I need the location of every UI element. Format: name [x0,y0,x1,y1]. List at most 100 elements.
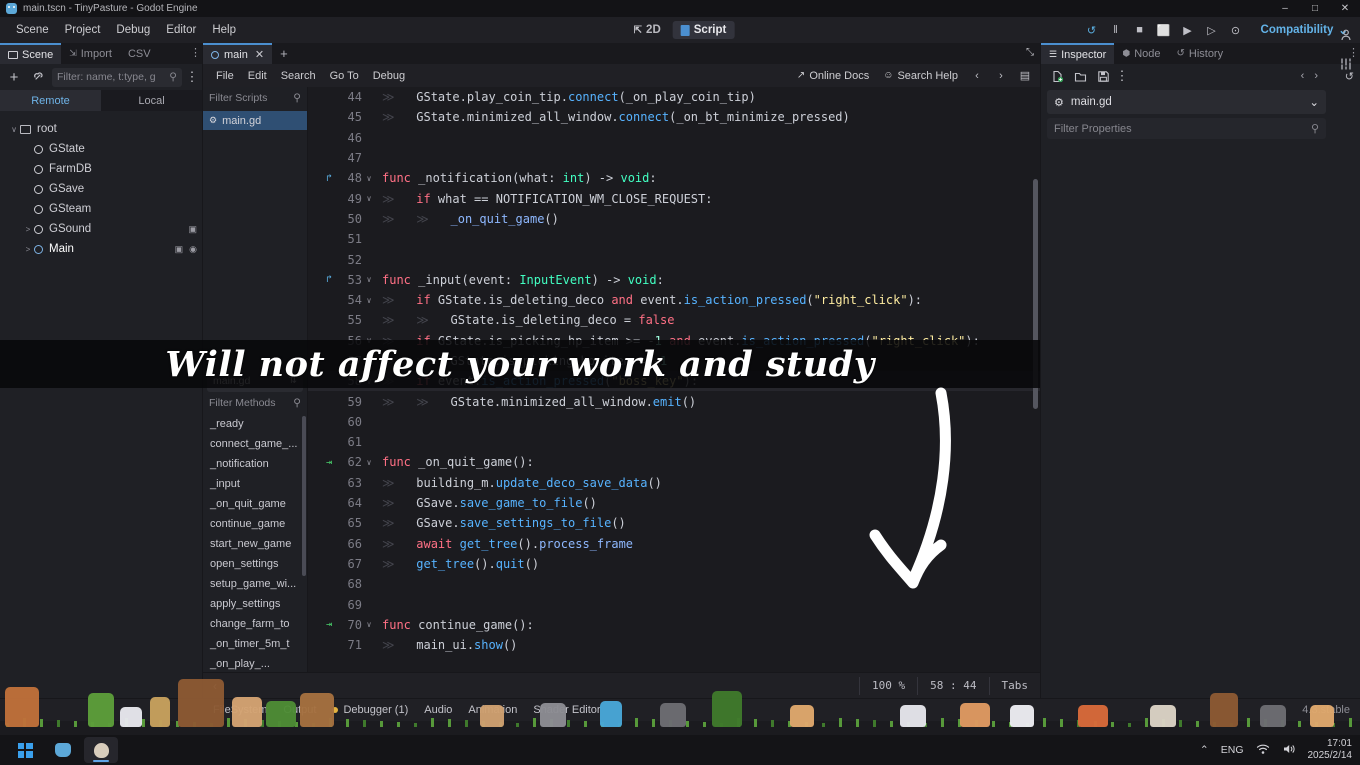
fold-arrow-icon[interactable]: ∨ [362,620,376,629]
menu-help[interactable]: Help [204,21,244,39]
bottom-panel-audio[interactable]: Audio [417,701,459,719]
bottom-panel-animation[interactable]: Animation [461,701,524,719]
start-button[interactable] [8,737,42,763]
scene-tree-item-root[interactable]: ∨root [0,119,202,139]
code-line[interactable]: 69 [308,594,1040,614]
menu-debug[interactable]: Debug [108,21,158,39]
script-menu-edit[interactable]: Edit [241,67,274,85]
dock-tab-inspector[interactable]: ☰ Inspector [1041,43,1114,64]
code-line[interactable]: 63≫ building_m.update_deco_save_data() [308,473,1040,493]
script-tab-main[interactable]: main ✕ [203,43,272,64]
play-scene-icon[interactable]: ▶ [1177,20,1199,40]
script-menu-debug[interactable]: Debug [366,67,412,85]
fold-arrow-icon[interactable]: ∨ [362,296,376,305]
resource-menu-icon[interactable]: ⋮ [1116,66,1128,86]
method-list-item[interactable]: apply_settings [203,594,307,614]
scene-tree-item-farmdb[interactable]: FarmDB [0,159,202,179]
toggle-scripts-panel-icon[interactable]: ▤ [1014,66,1036,86]
bottom-panel-debugger-1[interactable]: Debugger (1) [325,701,415,719]
view-tab-2d[interactable]: ⇱ 2D [626,21,669,39]
code-line[interactable]: ⇥70∨func continue_game(): [308,615,1040,635]
dock-tab-import[interactable]: ⇲ Import [61,43,120,64]
caret-position[interactable]: 58 : 44 [917,677,988,695]
method-list-item[interactable]: continue_game [203,514,307,534]
inspector-filter-input[interactable]: Filter Properties ⚲ [1047,118,1326,139]
fold-arrow-icon[interactable]: ∨ [362,275,376,284]
script-badge-icon[interactable]: ▣ [188,224,197,235]
code-line[interactable]: 46 [308,128,1040,148]
collapse-panel-icon[interactable]: ‹ [203,679,217,693]
movie-writer-icon[interactable]: ⊙ [1225,20,1247,40]
method-list-item[interactable]: _ready [203,414,307,434]
code-line[interactable]: 54∨≫ if GState.is_deleting_deco and even… [308,290,1040,310]
code-line[interactable]: 68 [308,574,1040,594]
scene-dock-menu-icon[interactable]: ⋮ [190,46,200,59]
code-line[interactable]: 61 [308,432,1040,452]
code-line[interactable]: 64≫ GSave.save_game_to_file() [308,493,1040,513]
code-line[interactable]: ↱53∨func _input(event: InputEvent) -> vo… [308,270,1040,290]
method-list-item[interactable]: setup_game_wi... [203,574,307,594]
instantiate-scene-icon[interactable] [28,67,48,87]
scene-tab-local[interactable]: Local [101,90,202,111]
bottom-panel-output[interactable]: Output [276,701,323,719]
method-list-item[interactable]: _on_quit_game [203,494,307,514]
save-resource-icon[interactable] [1093,66,1113,86]
code-line[interactable]: 47 [308,148,1040,168]
tray-chevron-icon[interactable]: ⌃ [1200,744,1209,756]
nav-prev-icon[interactable]: ‹ [966,66,988,86]
script-badge-icon[interactable]: ▣ [175,244,184,255]
fold-arrow-icon[interactable]: ∨ [362,174,376,183]
expander-icon[interactable]: ∨ [8,125,20,134]
close-button[interactable]: ✕ [1330,0,1360,17]
fold-arrow-icon[interactable]: ∨ [362,458,376,467]
inspected-object[interactable]: ⚙ main.gd ⌄ [1047,90,1326,114]
method-list-item[interactable]: change_farm_to [203,614,307,634]
pause-icon[interactable]: ‖ [1105,20,1127,40]
dock-tab-scene[interactable]: Scene [0,43,61,64]
taskbar-godot[interactable] [46,737,80,763]
dock-tab-csv[interactable]: CSV [120,43,159,64]
script-list-item-main[interactable]: ⚙ main.gd [203,111,307,130]
scene-options-icon[interactable]: ⋮ [186,67,198,87]
close-icon[interactable]: ✕ [255,48,264,61]
methods-filter-input[interactable]: Filter Methods ⚲ [203,392,307,414]
script-menu-goto[interactable]: Go To [323,67,366,85]
stop-icon[interactable]: ■ [1129,20,1151,40]
code-line[interactable]: 59≫ ≫ GState.minimized_all_window.emit() [308,391,1040,411]
code-line[interactable]: 52 [308,249,1040,269]
open-resource-icon[interactable] [1070,66,1090,86]
method-list-item[interactable]: _notification [203,454,307,474]
script-menu-search[interactable]: Search [274,67,323,85]
online-docs-button[interactable]: ↗ Online Docs [791,67,875,85]
zoom-level[interactable]: 100 % [859,677,917,695]
code-line[interactable]: 50≫ ≫ _on_quit_game() [308,209,1040,229]
method-list-item[interactable]: open_settings [203,554,307,574]
method-list-item[interactable]: _on_play_... [203,654,307,673]
dock-tab-history[interactable]: ↺ History [1168,43,1231,64]
expander-icon[interactable]: > [22,245,34,254]
code-line[interactable]: 67≫ get_tree().quit() [308,554,1040,574]
reload-icon[interactable]: ↺ [1081,20,1103,40]
indentation-mode[interactable]: Tabs [989,677,1041,695]
bottom-panel-filesystem[interactable]: FileSystem [206,701,274,719]
remote-debug-icon[interactable]: ⬜ [1153,20,1175,40]
object-tools-icon[interactable] [1339,57,1353,74]
code-line[interactable]: 44≫ GState.play_coin_tip.connect(_on_pla… [308,87,1040,107]
visibility-badge-icon[interactable]: ◉ [189,244,197,255]
fold-arrow-icon[interactable]: ∨ [362,194,376,203]
inspector-prev-icon[interactable]: ‹ [1301,70,1305,82]
method-list-item[interactable]: connect_game_... [203,434,307,454]
method-list-item[interactable]: start_new_game [203,534,307,554]
add-node-icon[interactable]: + [4,67,24,87]
menu-project[interactable]: Project [57,21,109,39]
scene-filter-input[interactable]: Filter: name, t:type, g ⚲ [52,68,182,87]
method-list-item[interactable]: _input [203,474,307,494]
scene-tree-item-gstate[interactable]: GState [0,139,202,159]
nav-next-icon[interactable]: › [990,66,1012,86]
expander-icon[interactable]: > [22,225,34,234]
new-resource-icon[interactable] [1047,66,1067,86]
open-docs-icon[interactable] [1339,28,1353,45]
chevron-down-icon[interactable]: ⌄ [1309,95,1319,109]
scene-tab-remote[interactable]: Remote [0,90,101,111]
bottom-panel-shader-editor[interactable]: Shader Editor [526,701,607,719]
